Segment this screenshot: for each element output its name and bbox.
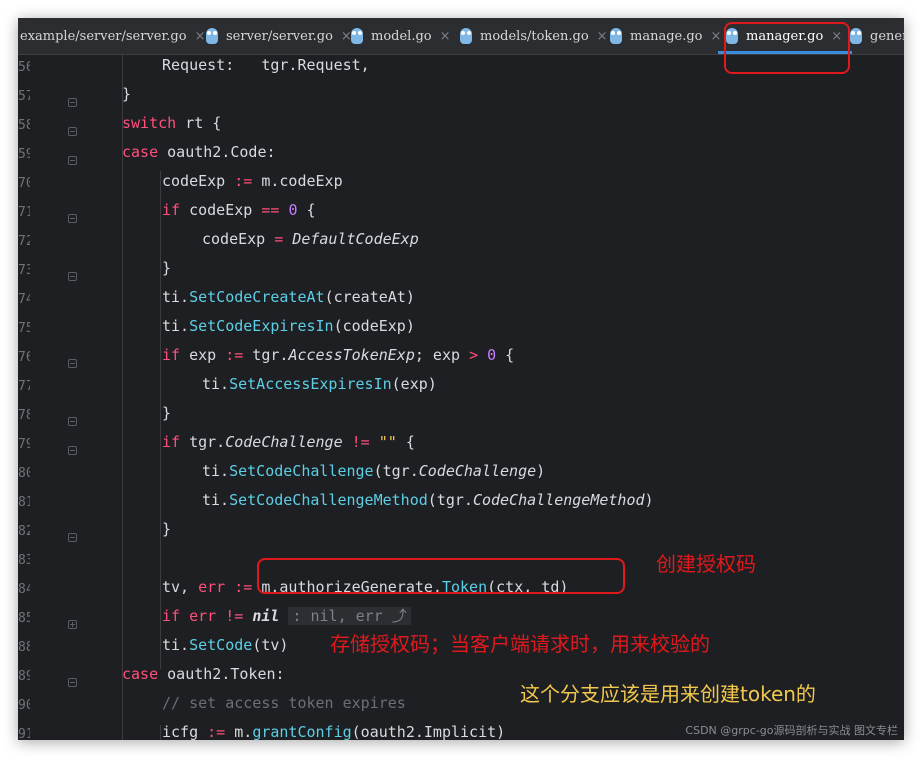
code-line: } xyxy=(162,520,172,538)
fold-marker-icon[interactable] xyxy=(68,214,77,223)
line-number: 73 xyxy=(18,263,30,278)
line-number: 70 xyxy=(18,176,30,191)
code-line: switch rt { xyxy=(122,114,222,132)
code-line: Request: tgr.Request, xyxy=(162,56,370,74)
code-line: // set access token expires xyxy=(162,694,406,712)
tab-label: server/server.go xyxy=(226,28,333,44)
line-number: 84 xyxy=(18,582,30,597)
go-file-icon xyxy=(351,28,363,44)
fold-marker-icon[interactable] xyxy=(68,127,77,136)
code-line: ti.SetCodeChallenge(tgr.CodeChallenge) xyxy=(202,462,546,480)
fold-marker-icon[interactable] xyxy=(68,98,77,107)
code-line: ti.SetCodeExpiresIn(codeExp) xyxy=(162,317,415,335)
line-number: 75 xyxy=(18,321,30,336)
indent-guide xyxy=(160,462,161,519)
fold-expand-icon[interactable] xyxy=(68,620,77,629)
folded-code-hint: : nil, err ⤴ xyxy=(288,607,411,625)
line-number: 56 xyxy=(18,60,30,75)
fold-marker-icon[interactable] xyxy=(68,533,77,542)
code-line: if err != nil : nil, err ⤴ xyxy=(162,602,411,631)
go-file-icon xyxy=(206,28,218,44)
indent-guide xyxy=(160,725,161,740)
authorize-generate-highlight-box xyxy=(257,558,625,594)
line-number: 72 xyxy=(18,234,30,249)
fold-marker-icon[interactable] xyxy=(68,359,77,368)
line-number: 85 xyxy=(18,611,30,626)
line-number: 71 xyxy=(18,205,30,220)
code-line: if exp := tgr.AccessTokenExp; exp > 0 { xyxy=(162,346,515,364)
line-number: 91 xyxy=(18,727,30,740)
code-line: ti.SetCode(tv) xyxy=(162,636,289,654)
tab-label: genera xyxy=(870,28,904,44)
close-icon[interactable]: × xyxy=(195,29,206,44)
line-number: 74 xyxy=(18,292,30,307)
fold-marker-icon[interactable] xyxy=(68,156,77,165)
fold-marker-icon[interactable] xyxy=(68,417,77,426)
indent-guide xyxy=(160,375,161,403)
code-line: if codeExp == 0 { xyxy=(162,201,316,219)
fold-marker-icon[interactable] xyxy=(68,272,77,281)
line-number: 77 xyxy=(18,379,30,394)
go-file-icon xyxy=(460,28,472,44)
indent-guide xyxy=(160,230,161,258)
editor-window: example/server/server.go × server/server… xyxy=(18,18,904,740)
go-file-icon xyxy=(610,28,622,44)
tab-label: example/server/server.go xyxy=(20,28,187,44)
manager-tab-highlight-box xyxy=(724,22,850,74)
annotation-store-code: 存储授权码；当客户端请求时，用来校验的 xyxy=(330,632,710,656)
tab-server-server-go[interactable]: server/server.go × xyxy=(206,18,352,54)
code-line: } xyxy=(162,259,172,277)
tab-example-server-server-go[interactable]: example/server/server.go × xyxy=(20,18,205,54)
line-number: 81 xyxy=(18,495,30,510)
code-line: if tgr.CodeChallenge != "" { xyxy=(162,433,415,451)
tab-label: models/token.go xyxy=(480,28,589,44)
annotation-create-code: 创建授权码 xyxy=(656,552,756,576)
tab-models-token-go[interactable]: models/token.go × xyxy=(460,18,608,54)
line-number: 78 xyxy=(18,408,30,423)
fold-marker-icon[interactable] xyxy=(68,678,77,687)
line-number: 58 xyxy=(18,118,30,133)
code-line: } xyxy=(162,404,172,422)
watermark: CSDN @grpc-go源码剖析与实战 图文专栏 xyxy=(685,724,898,737)
close-icon[interactable]: × xyxy=(440,29,451,44)
code-line: } xyxy=(122,85,132,103)
code-line: ti.SetCodeCreateAt(createAt) xyxy=(162,288,415,306)
line-number: 57 xyxy=(18,89,30,104)
code-line: ti.SetAccessExpiresIn(exp) xyxy=(202,375,437,393)
line-number: 89 xyxy=(18,669,30,684)
code-line: codeExp = DefaultCodeExp xyxy=(202,230,419,248)
line-number: 90 xyxy=(18,698,30,713)
code-line: case oauth2.Code: xyxy=(122,143,276,161)
tab-label: model.go xyxy=(371,28,432,44)
line-number: 88 xyxy=(18,640,30,655)
tab-model-go[interactable]: model.go × xyxy=(351,18,451,54)
code-line: ti.SetCodeChallengeMethod(tgr.CodeChalle… xyxy=(202,491,654,509)
tab-manage-go[interactable]: manage.go × xyxy=(610,18,721,54)
line-number: 76 xyxy=(18,350,30,365)
close-icon[interactable]: × xyxy=(597,29,608,44)
code-line: icfg := m.grantConfig(oauth2.Implicit) xyxy=(162,723,506,740)
line-number: 79 xyxy=(18,437,30,452)
code-line: codeExp := m.codeExp xyxy=(162,172,343,190)
code-line: case oauth2.Token: xyxy=(122,665,285,683)
line-number: 59 xyxy=(18,147,30,162)
line-number: 82 xyxy=(18,524,30,539)
annotation-token-branch: 这个分支应该是用来创建token的 xyxy=(520,682,816,706)
line-number: 80 xyxy=(18,466,30,481)
go-file-icon xyxy=(850,28,862,44)
line-number: 83 xyxy=(18,553,30,568)
tab-genera[interactable]: genera xyxy=(850,18,904,54)
tab-label: manage.go xyxy=(630,28,703,44)
fold-marker-icon[interactable] xyxy=(68,446,77,455)
